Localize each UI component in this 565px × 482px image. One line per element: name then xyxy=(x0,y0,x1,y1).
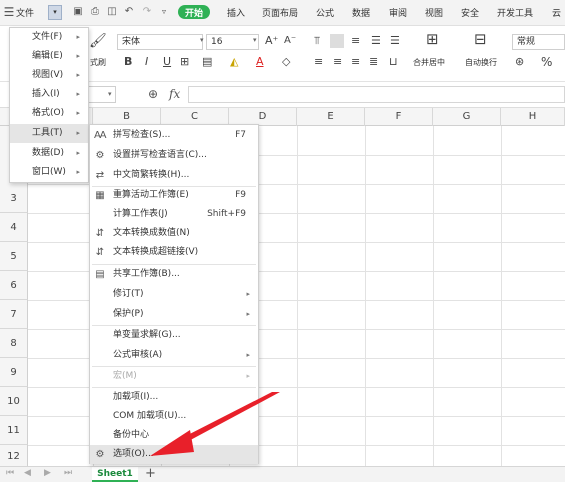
red-arrow-annotation xyxy=(150,392,280,456)
arrow-shaft xyxy=(176,392,280,444)
arrow-head xyxy=(150,430,194,456)
